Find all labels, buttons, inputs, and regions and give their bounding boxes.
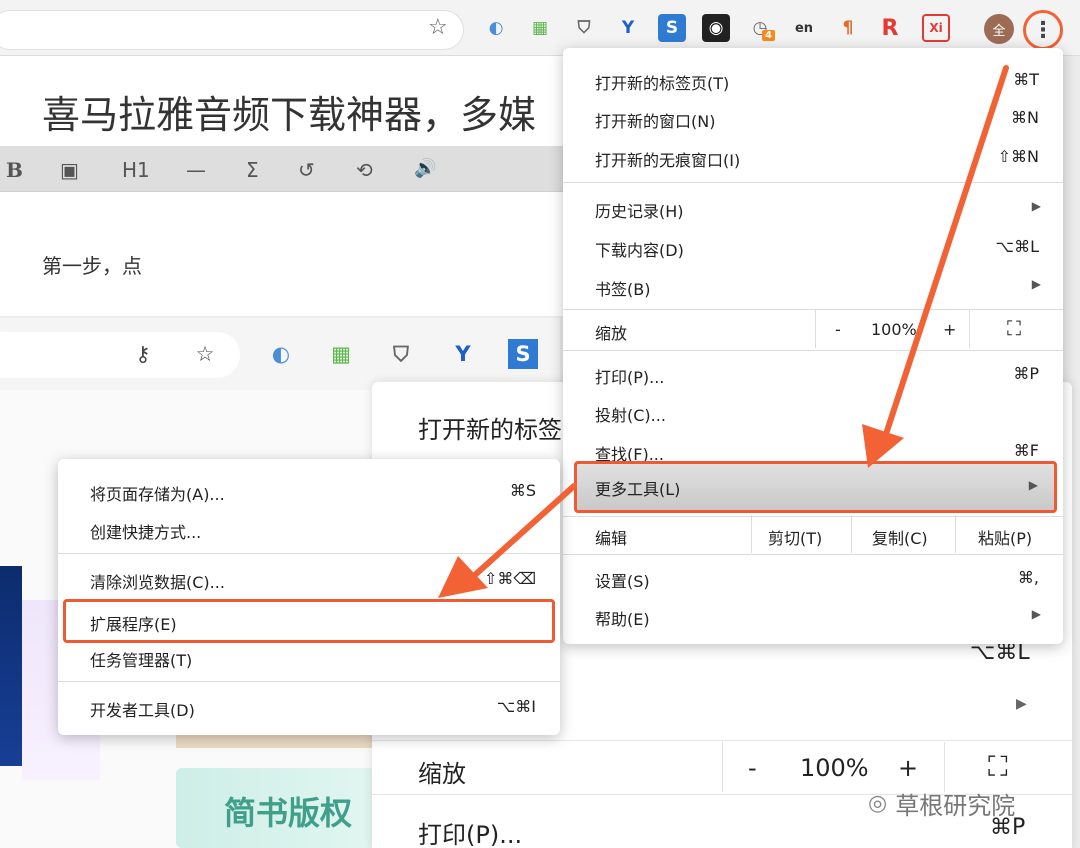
promo-banner — [0, 566, 22, 766]
zoom-out-button[interactable]: - — [835, 320, 841, 339]
formula-icon[interactable]: Σ — [246, 158, 259, 182]
submenu-arrow-icon: ▶ — [1028, 478, 1038, 492]
submenu-arrow-icon: ▶ — [1031, 199, 1041, 213]
zoom-in-button[interactable]: + — [943, 320, 956, 339]
bold-icon[interactable]: B — [6, 158, 23, 182]
extension-s-icon[interactable]: S — [658, 14, 686, 42]
extension-badge: 4 — [762, 30, 775, 41]
heading-icon[interactable]: H1 — [122, 158, 150, 182]
image-icon[interactable]: ▣ — [60, 158, 79, 182]
divider-icon[interactable]: — — [186, 158, 206, 182]
address-bar[interactable] — [0, 10, 464, 50]
extension-clock-icon[interactable]: ◷ 4 — [746, 14, 775, 42]
more-tools-submenu: 将页面存储为(A)... ⌘S 创建快捷方式... 清除浏览数据(C)... ⇧… — [58, 459, 560, 735]
submenu-item-task-manager[interactable]: 任务管理器(T) — [58, 637, 560, 675]
doc-paragraph: 第一步，点 — [42, 254, 142, 278]
bg-menu-zoom-value: 100% — [800, 754, 869, 782]
menu-separator — [563, 554, 1063, 555]
menu-item-downloads[interactable]: 下载内容(D) ⌥⌘L — [563, 227, 1063, 265]
bookmark-star-icon[interactable]: ☆ — [428, 15, 448, 40]
menu-item-edit: 编辑 剪切(T) 复制(C) 粘贴(P) — [563, 515, 1063, 553]
menu-item-zoom: 缩放 - 100% + ⛶ — [563, 310, 1063, 350]
history-icon[interactable]: ⟲ — [356, 158, 373, 182]
menu-separator — [563, 182, 1063, 183]
bg-menu-separator — [372, 740, 1072, 741]
fullscreen-icon[interactable]: ⛶ — [1007, 316, 1021, 340]
copy-button[interactable]: 复制(C) — [851, 515, 955, 553]
extension-r-icon[interactable]: R — [876, 14, 904, 42]
extension-paragraph-icon[interactable]: ¶ — [834, 14, 862, 42]
bg-menu-zoom-plus: + — [898, 754, 919, 782]
cut-button[interactable]: 剪切(T) — [751, 515, 851, 553]
submenu-item-save-page[interactable]: 将页面存储为(A)... ⌘S — [58, 471, 560, 509]
menu-item-print[interactable]: 打印(P)... ⌘P — [563, 354, 1063, 392]
zoom-level: 100% — [871, 320, 917, 339]
undo-icon[interactable]: ↺ — [298, 158, 315, 182]
wechat-icon: ◎ — [868, 791, 888, 816]
menu-item-settings[interactable]: 设置(S) ⌘, — [563, 558, 1063, 596]
submenu-item-clear-data[interactable]: 清除浏览数据(C)... ⇧⌘⌫ — [58, 559, 560, 597]
avatar[interactable]: 全 — [984, 14, 1014, 44]
bg-menu-print: 打印(P)... — [418, 821, 523, 848]
extension-qr-icon[interactable]: ▦ — [526, 14, 554, 42]
extension-s-icon[interactable]: S — [508, 339, 538, 369]
menu-item-cast[interactable]: 投射(C)... — [563, 392, 1063, 430]
extension-translate-icon[interactable]: en — [790, 14, 818, 42]
watermark: ◎ 草根研究院 — [868, 791, 1016, 820]
bg-menu-zoom-label: 缩放 — [418, 760, 466, 788]
menu-item-bookmarks[interactable]: 书签(B) ▶ — [563, 266, 1063, 304]
menu-item-new-tab[interactable]: 打开新的标签页(T) ⌘T — [563, 60, 1063, 98]
extension-shield-icon[interactable]: ⛉ — [570, 14, 598, 42]
copyright-card: 简书版权 — [176, 768, 376, 848]
key-icon[interactable]: ⚷ — [128, 339, 158, 369]
extension-qr-icon[interactable]: ▦ — [326, 339, 356, 369]
bg-menu-fullscreen-icon: ⛶ — [988, 750, 1008, 783]
bg-menu-zoom-minus: - — [748, 754, 757, 782]
menu-separator — [58, 553, 560, 554]
bg-menu-arrow: ▶ — [1016, 696, 1027, 712]
menu-item-help[interactable]: 帮助(E) ▶ — [563, 596, 1063, 634]
doc-title: 喜马拉雅音频下载神器，多媒 — [42, 93, 537, 137]
paste-button[interactable]: 粘贴(P) — [955, 515, 1063, 553]
extension-xi-icon[interactable]: Xi — [922, 14, 950, 42]
extension-y-icon[interactable]: Y — [614, 14, 642, 42]
bookmark-star-icon[interactable]: ☆ — [190, 339, 220, 369]
menu-separator — [563, 350, 1063, 351]
extension-swirl-icon[interactable]: ◐ — [482, 14, 510, 42]
extension-shield-icon[interactable]: ⛉ — [386, 339, 416, 369]
extension-y-icon[interactable]: Y — [448, 339, 478, 369]
menu-separator — [58, 681, 560, 682]
chrome-menu-button[interactable]: ⋮ — [1023, 10, 1063, 50]
extension-owl-icon[interactable]: ◉ — [702, 14, 730, 42]
submenu-arrow-icon: ▶ — [1031, 277, 1041, 291]
submenu-arrow-icon: ▶ — [1031, 607, 1041, 621]
extension-swirl-icon[interactable]: ◐ — [266, 339, 296, 369]
more-vert-icon: ⋮ — [1032, 17, 1054, 43]
menu-item-more-tools[interactable]: 更多工具(L) ▶ — [574, 461, 1057, 513]
submenu-item-create-shortcut[interactable]: 创建快捷方式... — [58, 509, 560, 547]
menu-item-history[interactable]: 历史记录(H) ▶ — [563, 188, 1063, 226]
audio-icon[interactable]: 🔊 — [414, 158, 436, 179]
chrome-main-menu: 打开新的标签页(T) ⌘T 打开新的窗口(N) ⌘N 打开新的无痕窗口(I) ⇧… — [563, 48, 1063, 644]
menu-item-new-window[interactable]: 打开新的窗口(N) ⌘N — [563, 98, 1063, 136]
menu-item-incognito[interactable]: 打开新的无痕窗口(I) ⇧⌘N — [563, 137, 1063, 175]
submenu-item-devtools[interactable]: 开发者工具(D) ⌥⌘I — [58, 687, 560, 725]
bg-menu-new-tab: 打开新的标签 — [418, 416, 562, 444]
